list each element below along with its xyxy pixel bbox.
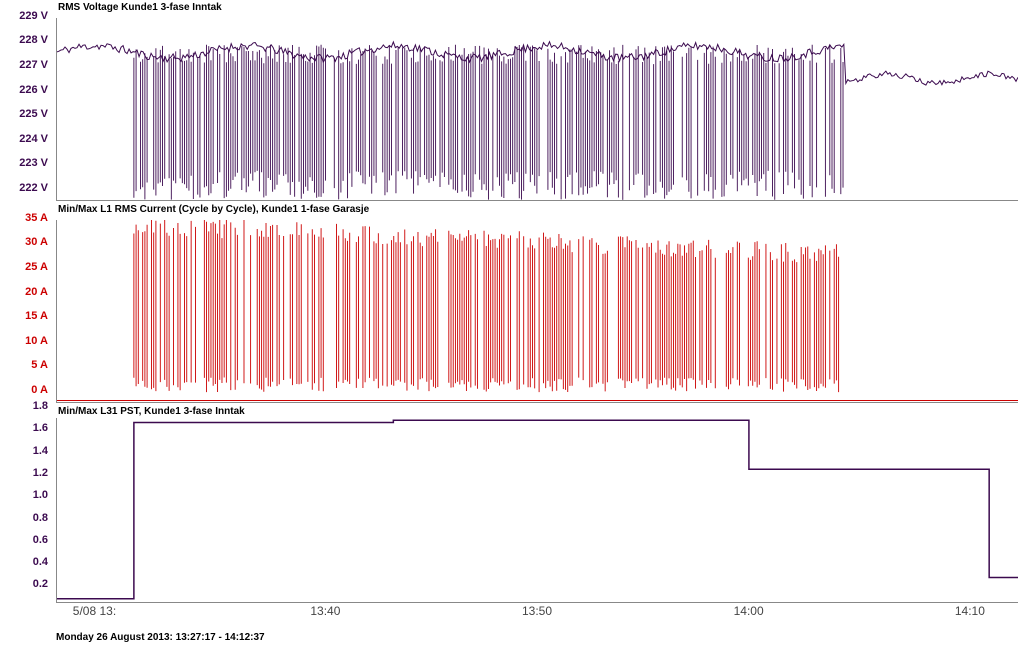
x-axis: 5/08 13: 13:40 13:50 14:00 14:10 <box>56 602 1018 622</box>
voltage-title: RMS Voltage Kunde1 3-fase Inntak <box>58 2 222 13</box>
chart-container: RMS Voltage Kunde1 3-fase Inntak 229 V 2… <box>0 0 1024 647</box>
pst-plot <box>56 418 1018 603</box>
ytick: 222 V <box>19 182 48 194</box>
ytick: 0.6 <box>33 534 48 546</box>
ytick: 1.8 <box>33 400 48 412</box>
ytick: 1.0 <box>33 489 48 501</box>
ytick: 1.4 <box>33 445 48 457</box>
ytick: 1.2 <box>33 467 48 479</box>
pst-y-labels: 1.8 1.6 1.4 1.2 1.0 0.8 0.6 0.4 0.2 <box>0 418 52 602</box>
current-y-labels: 35 A 30 A 25 A 20 A 15 A 10 A 5 A 0 A <box>0 220 52 402</box>
ytick: 227 V <box>19 59 48 71</box>
ytick: 225 V <box>19 108 48 120</box>
pst-panel: Min/Max L31 PST, Kunde1 3-fase Inntak 1.… <box>0 406 1024 604</box>
ytick: 30 A <box>25 236 48 248</box>
ytick: 15 A <box>25 310 48 322</box>
current-plot <box>56 220 1018 403</box>
ytick: 224 V <box>19 133 48 145</box>
voltage-svg <box>57 18 1018 200</box>
voltage-plot <box>56 18 1018 201</box>
ytick: 10 A <box>25 335 48 347</box>
ytick: 229 V <box>19 10 48 22</box>
current-title: Min/Max L1 RMS Current (Cycle by Cycle),… <box>58 204 369 215</box>
ytick: 25 A <box>25 261 48 273</box>
ytick: 0.8 <box>33 512 48 524</box>
pst-title: Min/Max L31 PST, Kunde1 3-fase Inntak <box>58 406 245 417</box>
ytick: 0.2 <box>33 578 48 590</box>
ytick: 20 A <box>25 286 48 298</box>
ytick: 0 A <box>31 384 48 396</box>
voltage-y-labels: 229 V 228 V 227 V 226 V 225 V 224 V 223 … <box>0 18 52 200</box>
current-panel: Min/Max L1 RMS Current (Cycle by Cycle),… <box>0 204 1024 402</box>
xtick: 13:50 <box>522 604 552 618</box>
xtick: 5/08 13: <box>73 604 116 618</box>
ytick: 223 V <box>19 157 48 169</box>
current-svg <box>57 220 1018 402</box>
pst-svg <box>57 418 1018 602</box>
xtick: 14:10 <box>955 604 985 618</box>
xtick: 14:00 <box>734 604 764 618</box>
ytick: 0.4 <box>33 556 48 568</box>
ytick: 226 V <box>19 84 48 96</box>
ytick: 35 A <box>25 212 48 224</box>
time-range-label: Monday 26 August 2013: 13:27:17 - 14:12:… <box>56 632 265 643</box>
ytick: 228 V <box>19 34 48 46</box>
ytick: 5 A <box>31 359 48 371</box>
xtick: 13:40 <box>310 604 340 618</box>
voltage-panel: RMS Voltage Kunde1 3-fase Inntak 229 V 2… <box>0 2 1024 200</box>
ytick: 1.6 <box>33 422 48 434</box>
